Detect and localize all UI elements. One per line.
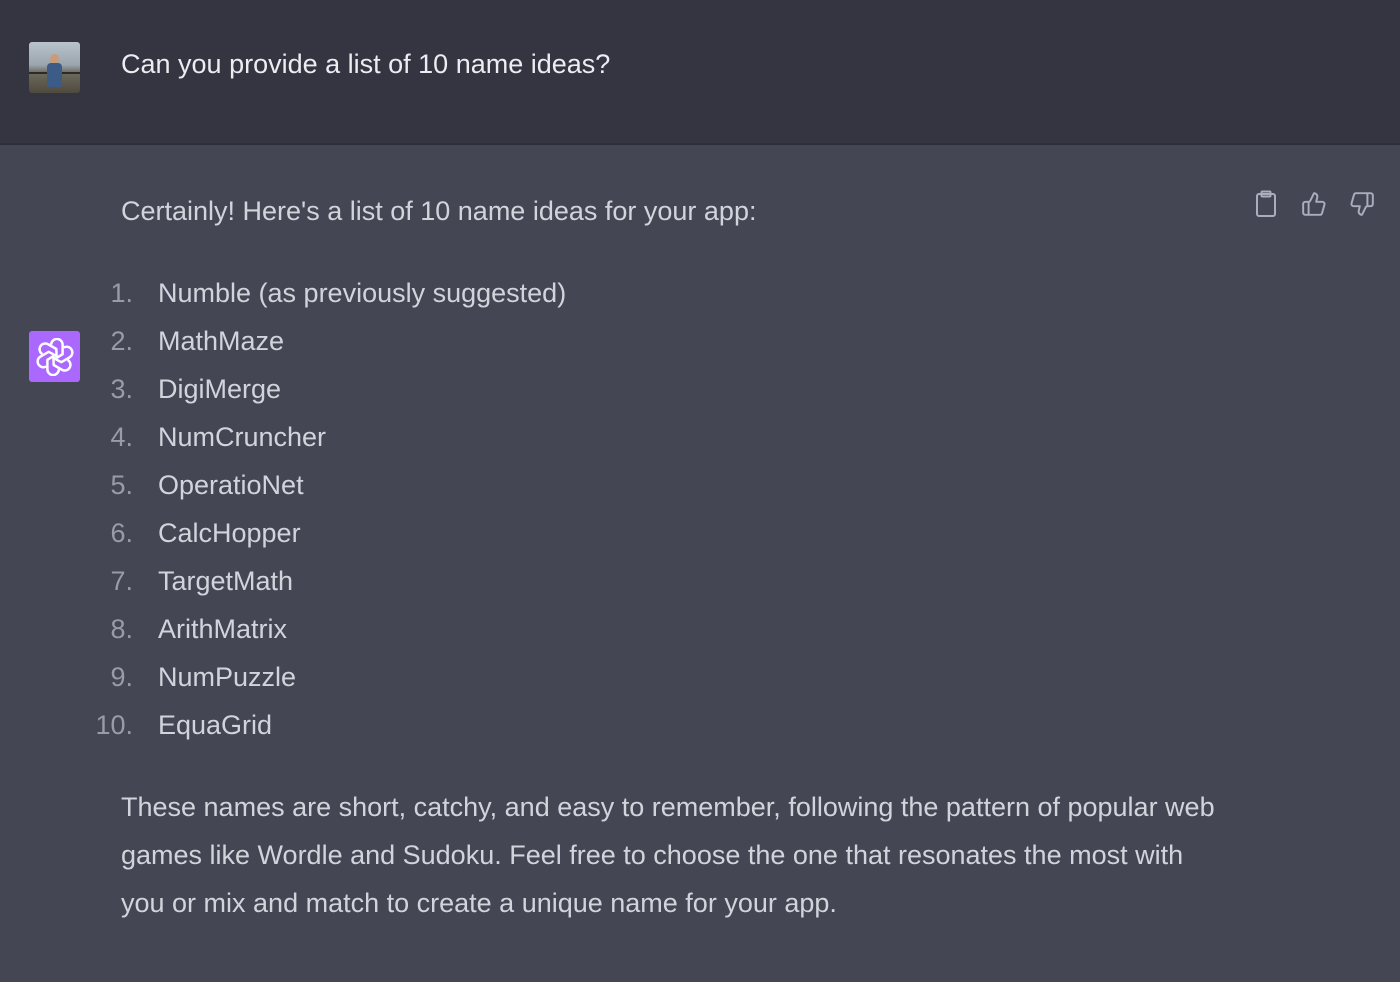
clipboard-icon (1256, 190, 1276, 217)
assistant-message-row: Certainly! Here's a list of 10 name idea… (0, 145, 1400, 982)
user-message-text: Can you provide a list of 10 name ideas? (121, 49, 611, 79)
assistant-outro-text: These names are short, catchy, and easy … (121, 792, 1215, 918)
thumbs-up-button[interactable] (1300, 189, 1328, 219)
message-actions (1252, 189, 1376, 219)
user-avatar (29, 42, 80, 93)
thumbs-up-icon (1302, 192, 1326, 216)
copy-button[interactable] (1252, 189, 1280, 219)
thumbs-down-icon (1350, 192, 1374, 216)
assistant-intro-text: Certainly! Here's a list of 10 name idea… (121, 196, 757, 226)
thumbs-down-button[interactable] (1348, 189, 1376, 219)
user-message-row: Can you provide a list of 10 name ideas? (0, 0, 1400, 145)
